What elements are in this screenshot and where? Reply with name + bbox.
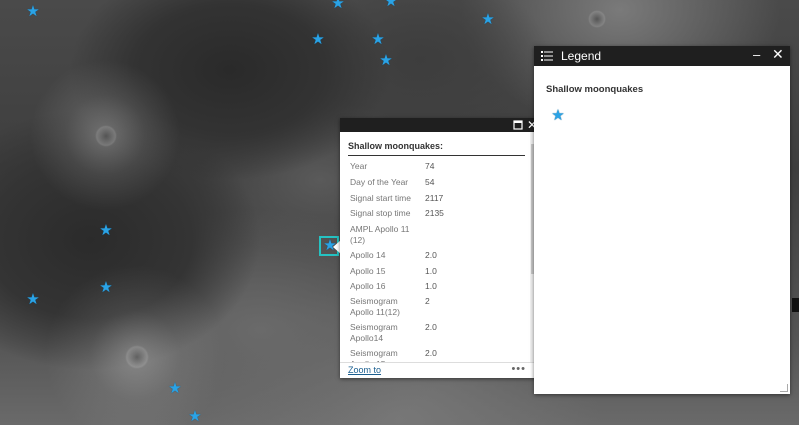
popup-header: ✕	[340, 118, 538, 132]
moonquake-marker[interactable]: ★	[371, 32, 385, 47]
feature-popup: ✕ Shallow moonquakes: Year 74 Day of the…	[340, 118, 538, 378]
legend-list-icon	[541, 51, 553, 61]
attribute-label: Apollo 14	[350, 250, 386, 260]
map-edge-artifact	[792, 298, 799, 312]
attribute-value: 2	[425, 296, 430, 306]
attribute-value: 74	[425, 161, 435, 171]
moonquake-marker[interactable]: ★	[99, 280, 113, 295]
attribute-label: Year	[350, 161, 368, 171]
moonquake-marker[interactable]: ★	[384, 0, 398, 9]
attribute-label: Seismogram Apollo 15	[350, 348, 398, 362]
crater	[125, 345, 149, 369]
legend-star-symbol: ★	[551, 107, 565, 124]
attribute-value: 1.0	[425, 266, 437, 276]
attribute-value: 1.0	[425, 281, 437, 291]
moonquake-marker[interactable]: ★	[311, 32, 325, 47]
attribute-label: Day of the Year	[350, 177, 409, 187]
moonquake-marker[interactable]: ★	[188, 409, 202, 424]
moonquake-marker[interactable]: ★	[481, 12, 495, 27]
zoom-to-link[interactable]: Zoom to	[348, 365, 381, 375]
resize-handle[interactable]	[780, 384, 788, 392]
legend-panel: Legend – ✕ Shallow moonquakes ★	[534, 46, 790, 394]
legend-header: Legend – ✕	[534, 46, 790, 66]
attribute-value: 2.0	[425, 348, 437, 358]
moonquake-marker[interactable]: ★	[26, 292, 40, 307]
attribute-value: 2.0	[425, 322, 437, 332]
attribute-label: AMPL Apollo 11 (12)	[350, 224, 410, 245]
attribute-value: 2.0	[425, 250, 437, 260]
legend-layer-name: Shallow moonquakes	[546, 84, 644, 95]
moonquake-marker[interactable]: ★	[26, 4, 40, 19]
maximize-icon[interactable]	[511, 118, 525, 132]
minimize-icon[interactable]: –	[753, 47, 760, 62]
attribute-label: Apollo 15	[350, 266, 386, 276]
moonquake-marker[interactable]: ★	[331, 0, 345, 11]
attribute-label: Apollo 16	[350, 281, 386, 291]
attribute-value: 54	[425, 177, 435, 187]
attribute-label: Seismogram Apollo14	[350, 322, 398, 343]
attribute-value: 2135	[425, 208, 444, 218]
moonquake-marker[interactable]: ★	[99, 223, 113, 238]
popup-title-divider	[348, 155, 525, 156]
moonquake-marker[interactable]: ★	[168, 381, 182, 396]
crater	[588, 10, 606, 28]
more-options-button[interactable]: •••	[511, 363, 526, 375]
attribute-label: Seismogram Apollo 11(12)	[350, 296, 400, 317]
legend-title: Legend	[561, 49, 602, 63]
attribute-value: 2117	[425, 193, 444, 203]
popup-content[interactable]: Shallow moonquakes: Year 74 Day of the Y…	[340, 132, 538, 362]
moonquake-marker[interactable]: ★	[379, 53, 393, 68]
attribute-label: Signal stop time	[350, 208, 411, 218]
attribute-label: Signal start time	[350, 193, 411, 203]
close-icon[interactable]: ✕	[772, 46, 784, 63]
popup-footer: Zoom to •••	[340, 362, 538, 379]
popup-title: Shallow moonquakes:	[348, 141, 444, 151]
crater	[95, 125, 117, 147]
